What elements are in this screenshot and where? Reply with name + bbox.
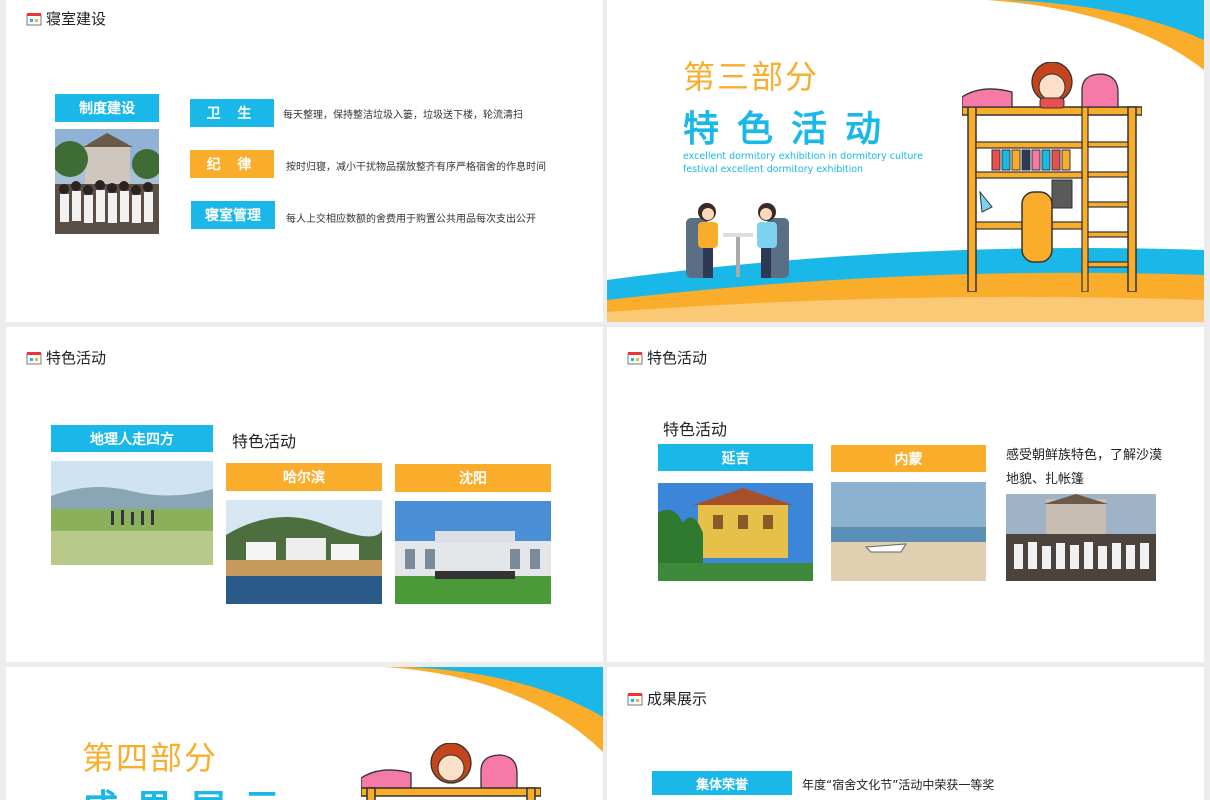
tag-inner-mongolia: 内蒙 [831, 445, 986, 472]
activities-label: 特色活动 [663, 420, 728, 439]
tag-collective-honor: 集体荣誉 [652, 771, 792, 795]
part-number: 第三部分 [683, 58, 820, 96]
section-title: 特色活动 [683, 109, 900, 150]
slide-header: 特色活动 [627, 347, 707, 368]
section-title: 成果展示 [82, 779, 298, 800]
slide-special-activities-1[interactable]: 特色活动 地理人走四方 特色活动 哈尔滨 沈阳 [6, 327, 603, 662]
slide-header: 特色活动 [26, 347, 106, 368]
yanji-photo [658, 483, 813, 581]
tag-dorm-management: 寝室管理 [191, 201, 275, 229]
harbin-photo [226, 500, 382, 604]
slide-header-title: 特色活动 [647, 349, 708, 367]
calendar-icon [627, 692, 643, 706]
calendar-icon [627, 351, 643, 365]
bunk-bed-illustration [962, 62, 1142, 292]
group-photo [1006, 494, 1156, 581]
discipline-text: 按时归寝，减小干扰物品摆放整齐有序严格宿舍的作息时间 [286, 162, 546, 173]
tag-geography-travel: 地理人走四方 [51, 425, 213, 452]
slide-achievements[interactable]: 成果展示 集体荣誉 年度“宿舍文化节”活动中荣获一等奖 [607, 667, 1204, 800]
honor-text: 年度“宿舍文化节”活动中荣获一等奖 [802, 778, 995, 792]
activity-description: 感受朝鲜族特色，了解沙漠地貌、扎帐篷 [1006, 448, 1163, 487]
beach-photo [831, 482, 986, 581]
slide-header-title: 特色活动 [46, 349, 107, 367]
slide-part-four[interactable]: 第四部分 成果展示 [6, 667, 603, 800]
slide-header: 成果展示 [627, 688, 707, 709]
slide-header: 寝室建设 [26, 8, 106, 29]
shenyang-photo [395, 501, 551, 604]
tag-yanji: 延吉 [658, 444, 813, 471]
slide-part-three[interactable]: 第三部分 特色活动 excellent dormitory exhibition… [607, 0, 1204, 322]
tag-discipline: 纪 律 [190, 150, 274, 178]
meadow-photo [51, 461, 213, 565]
activities-label: 特色活动 [232, 432, 297, 451]
dorm-management-text: 每人上交相应数额的舍费用于购置公共用品每次支出公开 [286, 214, 536, 225]
tag-harbin: 哈尔滨 [226, 463, 382, 491]
group-photo [55, 129, 159, 234]
slide-dorm-construction[interactable]: 寝室建设 制度建设 卫 生 每天整理，保持整洁垃圾入篓，垃圾送下楼，轮流清扫 纪… [6, 0, 603, 322]
girl-on-bed-illustration [361, 743, 541, 800]
calendar-icon [26, 351, 42, 365]
tag-hygiene: 卫 生 [190, 99, 274, 127]
tag-system-construction: 制度建设 [55, 94, 159, 122]
calendar-icon [26, 12, 42, 26]
tag-shenyang: 沈阳 [395, 464, 551, 492]
two-girls-illustration [686, 203, 789, 278]
slide-header-title: 成果展示 [647, 690, 708, 708]
hygiene-text: 每天整理，保持整洁垃圾入篓，垃圾送下楼，轮流清扫 [283, 110, 523, 121]
slide-header-title: 寝室建设 [46, 10, 107, 28]
english-subtitle-line1: excellent dormitory exhibition in dormit… [683, 151, 923, 162]
slide-special-activities-2[interactable]: 特色活动 特色活动 延吉 内蒙 感受朝鲜族特色，了解沙漠地貌、扎帐篷 [607, 327, 1204, 662]
english-subtitle-line2: festival excellent dormitory exhibition [683, 164, 864, 175]
part-number: 第四部分 [82, 739, 219, 777]
